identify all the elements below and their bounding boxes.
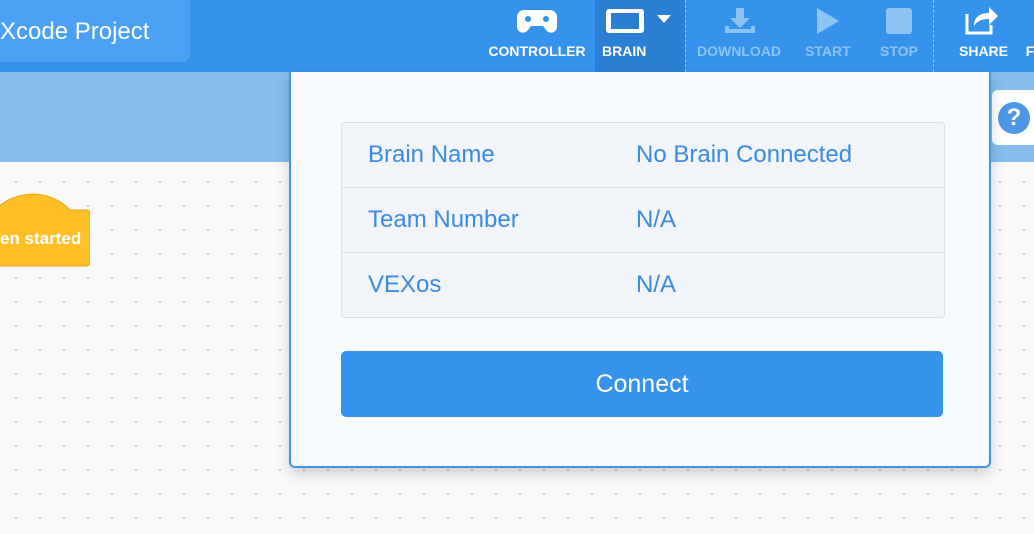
start-label: START xyxy=(805,43,851,59)
overflow-button[interactable]: F xyxy=(1024,0,1034,72)
controller-button[interactable]: CONTROLLER xyxy=(486,0,588,72)
project-title[interactable]: Xcode Project xyxy=(0,0,190,62)
brain-label: BRAIN xyxy=(602,43,647,59)
download-icon xyxy=(725,8,755,33)
stop-button[interactable]: STOP xyxy=(876,0,922,72)
share-button[interactable]: SHARE xyxy=(953,0,1013,72)
controller-label: CONTROLLER xyxy=(488,43,586,59)
overflow-label: F xyxy=(1025,43,1034,59)
chevron-down-icon xyxy=(657,15,671,23)
play-icon xyxy=(817,8,839,34)
toolbar-divider xyxy=(933,0,934,72)
toolbar-divider xyxy=(685,0,686,72)
stop-icon xyxy=(886,8,912,34)
table-row: Team Number N/A xyxy=(342,187,944,252)
brain-button[interactable]: BRAIN xyxy=(595,0,685,72)
table-row: VEXos N/A xyxy=(342,252,944,317)
controller-icon xyxy=(517,10,557,33)
start-button[interactable]: START xyxy=(802,0,854,72)
table-row: Brain Name No Brain Connected xyxy=(342,123,944,187)
share-icon xyxy=(965,7,998,35)
vexos-value: N/A xyxy=(636,271,677,298)
brain-name-value: No Brain Connected xyxy=(636,141,853,168)
stop-label: STOP xyxy=(880,43,918,59)
download-label: DOWNLOAD xyxy=(697,43,781,59)
team-number-value: N/A xyxy=(636,206,677,233)
connect-button[interactable]: Connect xyxy=(341,351,943,417)
team-number-label: Team Number xyxy=(368,206,519,233)
help-icon[interactable]: ? xyxy=(998,102,1030,134)
brain-info-panel: Brain Name No Brain Connected Team Numbe… xyxy=(289,72,991,468)
help-tab[interactable]: ? xyxy=(992,90,1034,145)
top-toolbar: Xcode Project CONTROLLER BRAIN DOWNLOAD … xyxy=(0,0,1034,72)
vexos-label: VEXos xyxy=(368,271,442,298)
hat-block-label: en started xyxy=(0,229,82,248)
download-button[interactable]: DOWNLOAD xyxy=(693,0,787,72)
share-label: SHARE xyxy=(959,43,1009,59)
brain-info-table: Brain Name No Brain Connected Team Numbe… xyxy=(341,122,945,318)
brain-icon xyxy=(606,9,644,33)
brain-name-label: Brain Name xyxy=(368,141,495,168)
